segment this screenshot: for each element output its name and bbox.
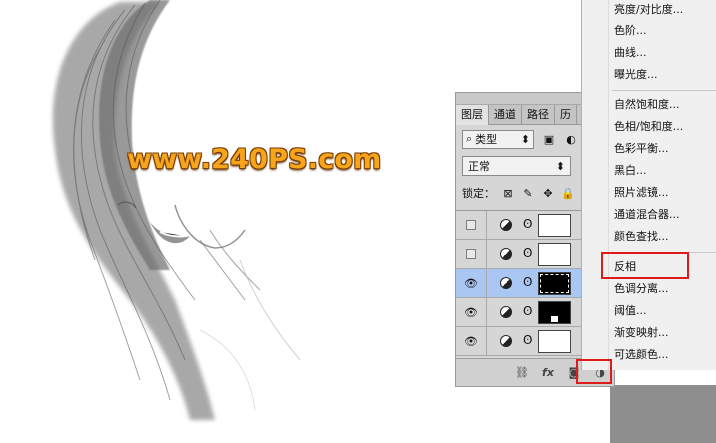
layer-filter-select[interactable]: ⌕ 类型 ⬍ (462, 129, 534, 149)
adjustment-layer-icon (500, 277, 512, 289)
layer-mask-thumbnail[interactable] (538, 214, 571, 237)
menu-gutter (608, 0, 609, 370)
menu-item-brightness-contrast[interactable]: 亮度/对比度... (614, 0, 683, 20)
filter-label: 类型 (475, 133, 498, 146)
portrait-image (52, 0, 301, 420)
blend-mode-select[interactable]: 正常 ⬍ (462, 156, 571, 176)
link-icon[interactable]: ʘ (523, 246, 532, 260)
link-icon[interactable]: ʘ (523, 275, 532, 289)
adjustment-layer-icon (500, 248, 512, 260)
eye-icon: 👁 (464, 305, 478, 319)
visibility-toggle[interactable]: 👁 (456, 327, 487, 355)
visibility-toggle[interactable]: 👁 (456, 298, 487, 326)
menu-item-exposure[interactable]: 曝光度... (614, 65, 658, 85)
menu-item-black-white[interactable]: 黑白... (614, 161, 647, 181)
adjustment-layer-icon (500, 219, 512, 231)
eye-icon: 👁 (464, 276, 478, 290)
menu-item-curves[interactable]: 曲线... (614, 43, 647, 63)
mask-spot (551, 316, 558, 322)
lock-label: 锁定： (462, 187, 495, 200)
lock-paint-icon[interactable]: ✎ (521, 186, 535, 200)
menu-separator (612, 90, 716, 91)
layer-mask-thumbnail[interactable] (538, 330, 571, 353)
menu-item-photo-filter[interactable]: 照片滤镜... (614, 183, 669, 203)
search-icon: ⌕ (466, 132, 473, 145)
menu-item-hue-saturation[interactable]: 色相/饱和度... (614, 117, 683, 137)
blend-mode-row: 正常 ⬍ (462, 156, 572, 176)
tab-layers[interactable]: 图层 (456, 105, 489, 125)
workspace-background (610, 385, 716, 443)
invert-highlight-box (601, 252, 689, 279)
chevron-down-icon: ⬍ (520, 132, 530, 146)
menu-item-levels[interactable]: 色阶... (614, 21, 647, 41)
adjustment-button-highlight-box (576, 359, 612, 384)
layer-mask-thumbnail[interactable] (538, 243, 571, 266)
layer-mask-thumbnail[interactable] (538, 301, 571, 324)
tab-paths[interactable]: 路径 (522, 105, 555, 125)
menu-item-vibrance[interactable]: 自然饱和度... (614, 95, 680, 115)
tab-history[interactable]: 历 (555, 105, 577, 125)
layer-mask-thumbnail[interactable] (538, 272, 571, 295)
lock-move-icon[interactable]: ✥ (541, 186, 555, 200)
image-filter-icon[interactable]: ▣ (542, 132, 556, 146)
chevron-updown-icon: ⬍ (555, 159, 565, 173)
visibility-off-icon (466, 220, 476, 230)
tab-channels[interactable]: 通道 (489, 105, 522, 125)
adjustment-layer-icon (500, 335, 512, 347)
menu-item-channel-mixer[interactable]: 通道混合器... (614, 205, 680, 225)
menu-item-color-lookup[interactable]: 颜色查找... (614, 227, 669, 247)
link-icon[interactable]: ʘ (523, 333, 532, 347)
lock-all-icon[interactable]: 🔒 (561, 186, 575, 200)
layer-style-button[interactable]: fx (540, 366, 556, 380)
menu-item-threshold[interactable]: 阈值... (614, 301, 647, 321)
visibility-toggle[interactable]: 👁 (456, 269, 487, 297)
visibility-off-icon (466, 249, 476, 259)
menu-item-color-balance[interactable]: 色彩平衡... (614, 139, 669, 159)
adjustment-filter-icon[interactable]: ◐ (564, 132, 578, 146)
photo-canvas: www.240PS.com (0, 0, 460, 443)
adjustment-layer-icon (500, 306, 512, 318)
link-icon[interactable]: ʘ (523, 304, 532, 318)
watermark-text: www.240PS.com (127, 144, 382, 175)
lock-transparent-icon[interactable]: ⊠ (501, 186, 515, 200)
menu-item-posterize[interactable]: 色调分离... (614, 279, 669, 299)
link-layers-icon[interactable]: ⛓ (514, 366, 530, 380)
visibility-toggle[interactable] (456, 240, 487, 268)
link-icon[interactable]: ʘ (523, 217, 532, 231)
adjustment-menu: 亮度/对比度... 色阶... 曲线... 曝光度... 自然饱和度... 色相… (581, 0, 716, 370)
visibility-toggle[interactable] (456, 211, 487, 239)
blend-mode-value: 正常 (468, 160, 490, 173)
eye-icon: 👁 (464, 334, 478, 348)
menu-item-selective-color[interactable]: 可选颜色... (614, 345, 669, 365)
menu-item-gradient-map[interactable]: 渐变映射... (614, 323, 669, 343)
